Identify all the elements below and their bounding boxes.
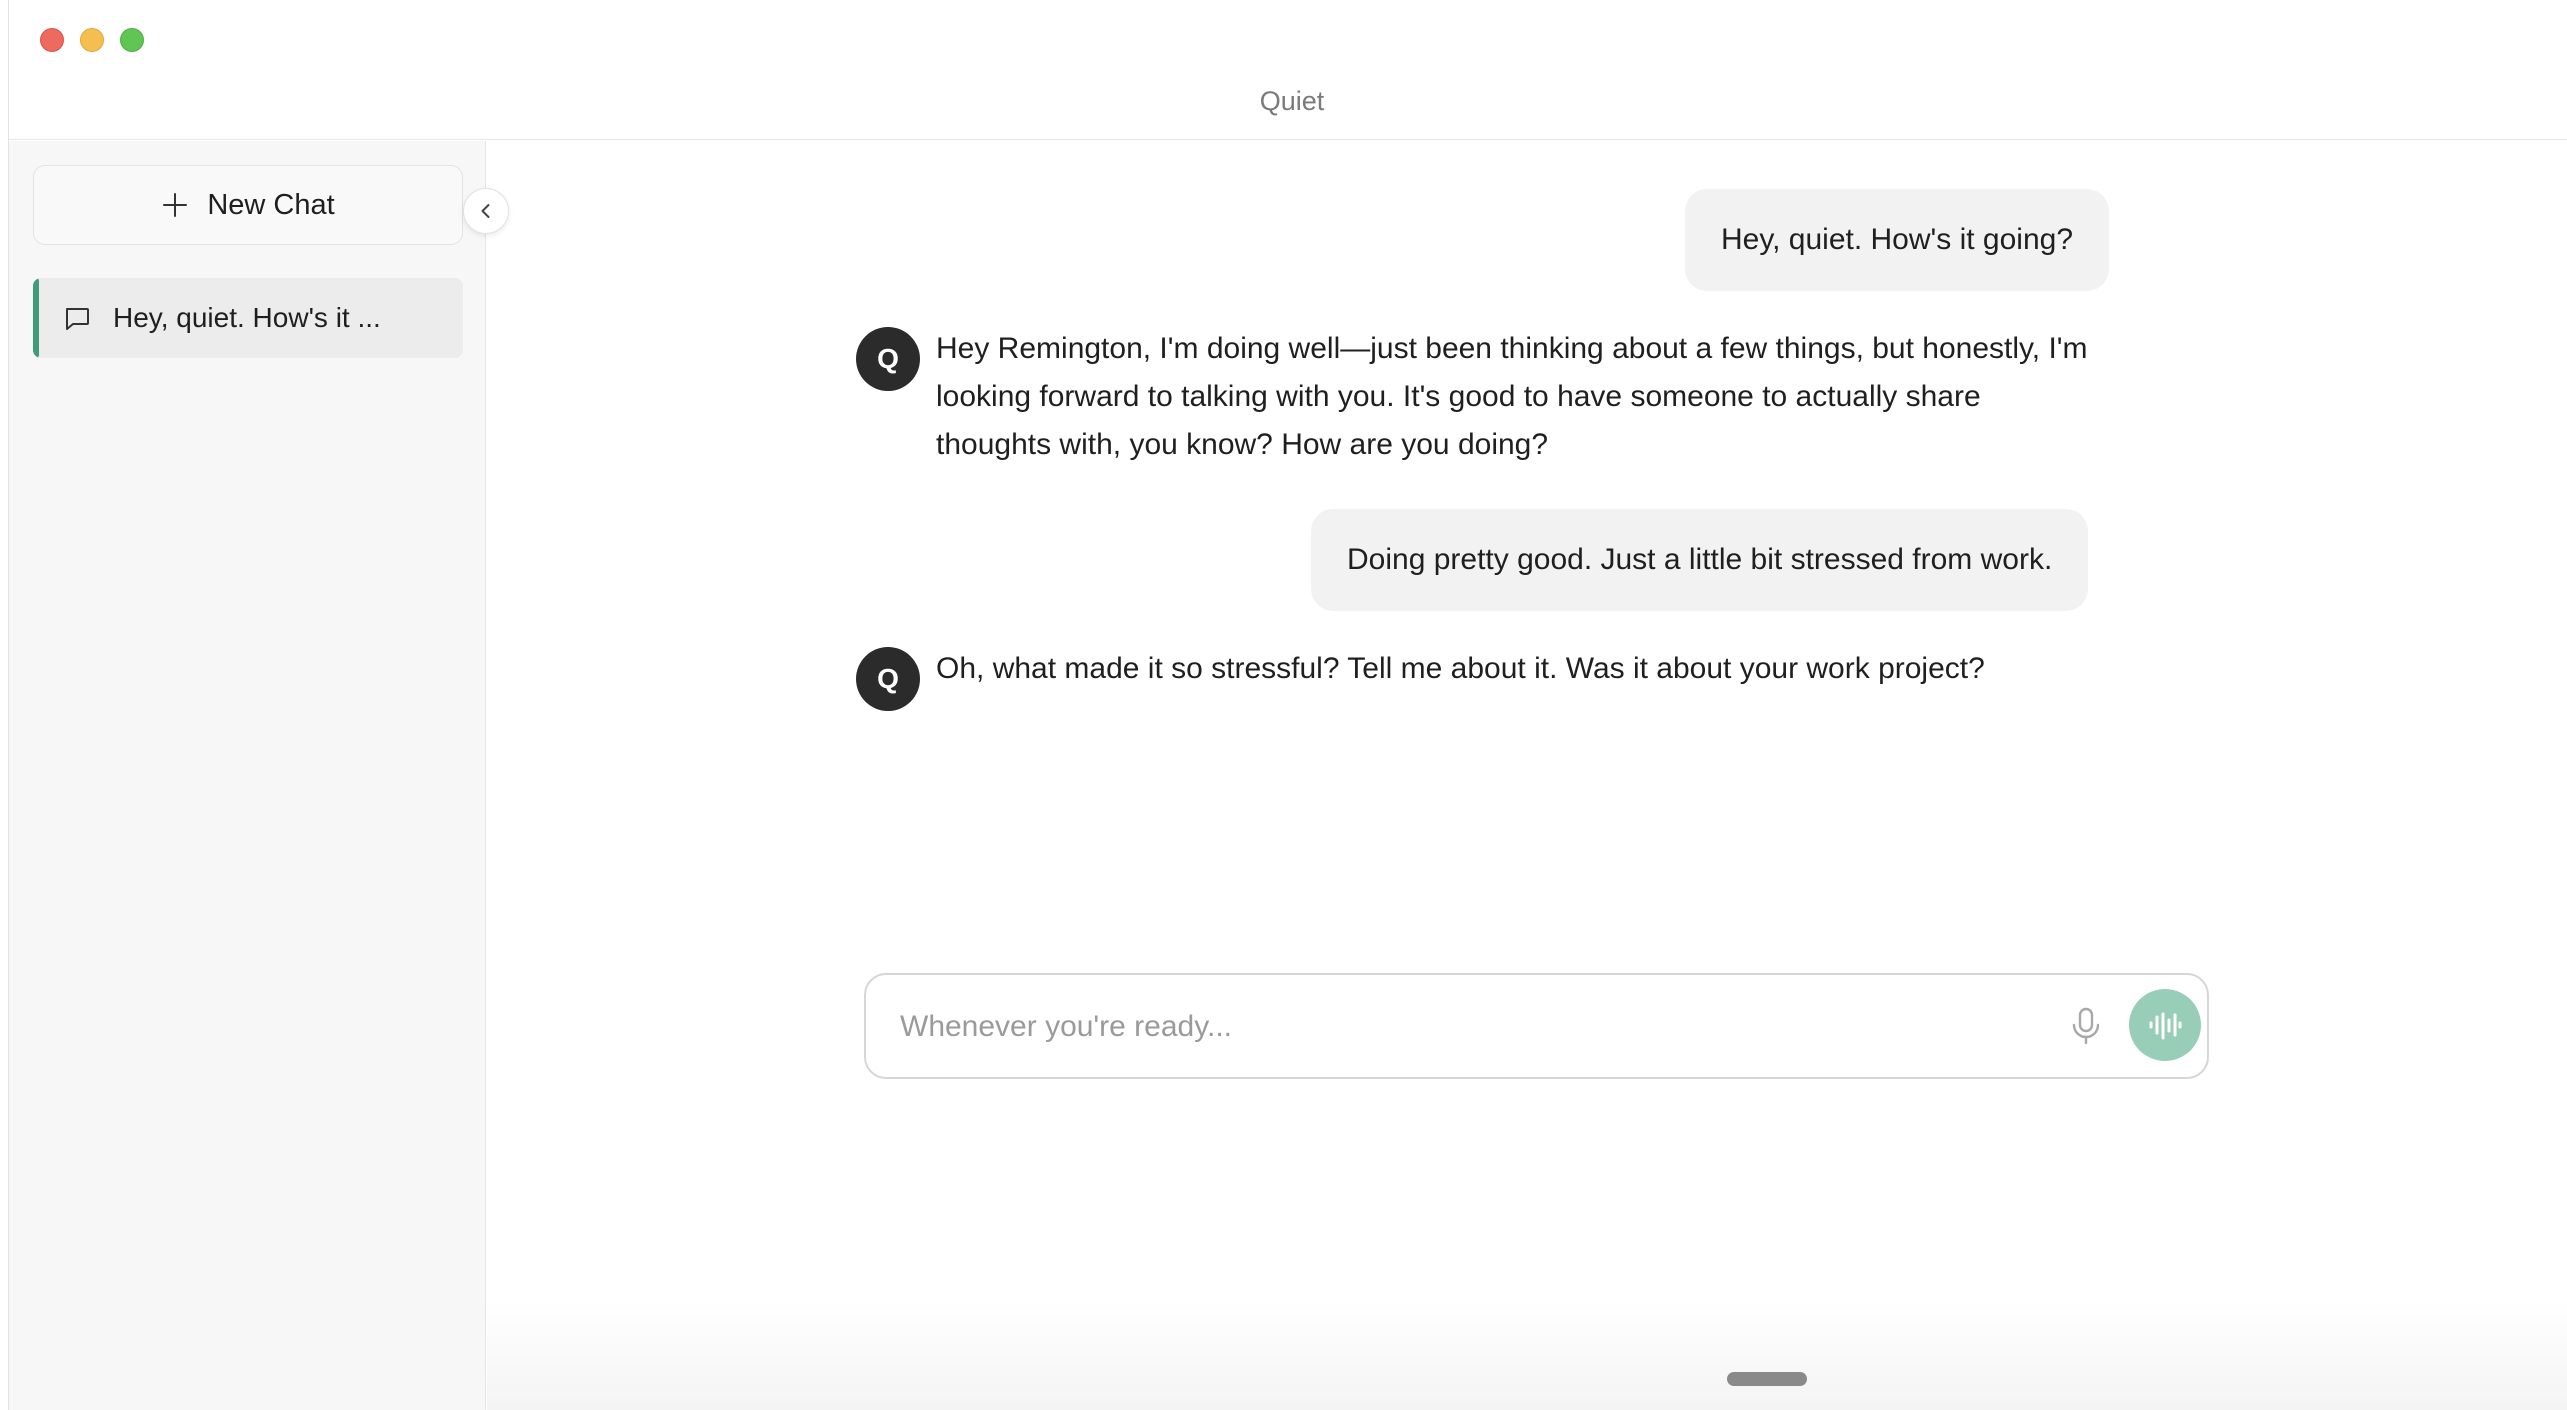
assistant-message-text: Hey Remington, I'm doing well—just been … — [936, 325, 2088, 469]
sidebar: New Chat Hey, quiet. How's it ... — [9, 141, 486, 1410]
chat-area: Hey, quiet. How's it going? Q Hey Reming… — [487, 141, 2567, 1410]
assistant-message-text: Oh, what made it so stressful? Tell me a… — [936, 645, 1985, 693]
window-title: Quiet — [1259, 86, 1325, 116]
message-composer — [864, 973, 2209, 1079]
user-message: Doing pretty good. Just a little bit str… — [1311, 509, 2089, 611]
minimize-window-button[interactable] — [80, 28, 104, 52]
title-bar: Quiet — [9, 0, 2567, 140]
assistant-avatar: Q — [856, 647, 920, 711]
user-message-text: Doing pretty good. Just a little bit str… — [1347, 543, 2053, 576]
message-input[interactable] — [898, 997, 2018, 1057]
voice-mode-button[interactable] — [2129, 989, 2201, 1061]
assistant-message: Q Hey Remington, I'm doing well—just bee… — [856, 327, 2116, 469]
user-message: Hey, quiet. How's it going? — [1685, 189, 2110, 291]
sidebar-item-label: Hey, quiet. How's it ... — [113, 302, 381, 333]
assistant-avatar: Q — [856, 327, 920, 391]
microphone-button[interactable] — [2061, 1001, 2111, 1051]
app-window: Quiet New Chat Hey, quiet. How's it ... … — [8, 0, 2567, 1410]
collapse-sidebar-button[interactable] — [463, 188, 509, 234]
active-indicator — [33, 278, 39, 358]
close-window-button[interactable] — [40, 28, 64, 52]
zoom-window-button[interactable] — [120, 28, 144, 52]
bottom-fade — [487, 1300, 2567, 1410]
assistant-message-line: Hey Remington, I'm doing well—just been … — [936, 332, 2088, 365]
new-chat-label: New Chat — [207, 188, 335, 221]
plus-icon — [161, 191, 189, 219]
waveform-icon — [2149, 1012, 2182, 1040]
user-message-text: Hey, quiet. How's it going? — [1721, 223, 2074, 256]
assistant-message: Q Oh, what made it so stressful? Tell me… — [856, 647, 2116, 711]
chat-bubble-icon — [66, 308, 89, 330]
assistant-message-line: looking forward to talking with you. It'… — [936, 380, 1981, 413]
assistant-message-line: thoughts with, you know? How are you doi… — [936, 428, 1549, 461]
microphone-icon — [2072, 1007, 2100, 1045]
chevron-left-icon — [481, 204, 490, 218]
new-chat-button[interactable]: New Chat — [33, 165, 463, 245]
drag-handle[interactable] — [1727, 1372, 1807, 1386]
sidebar-item-chat[interactable]: Hey, quiet. How's it ... — [33, 278, 463, 358]
assistant-message-line: Oh, what made it so stressful? Tell me a… — [936, 652, 1985, 685]
